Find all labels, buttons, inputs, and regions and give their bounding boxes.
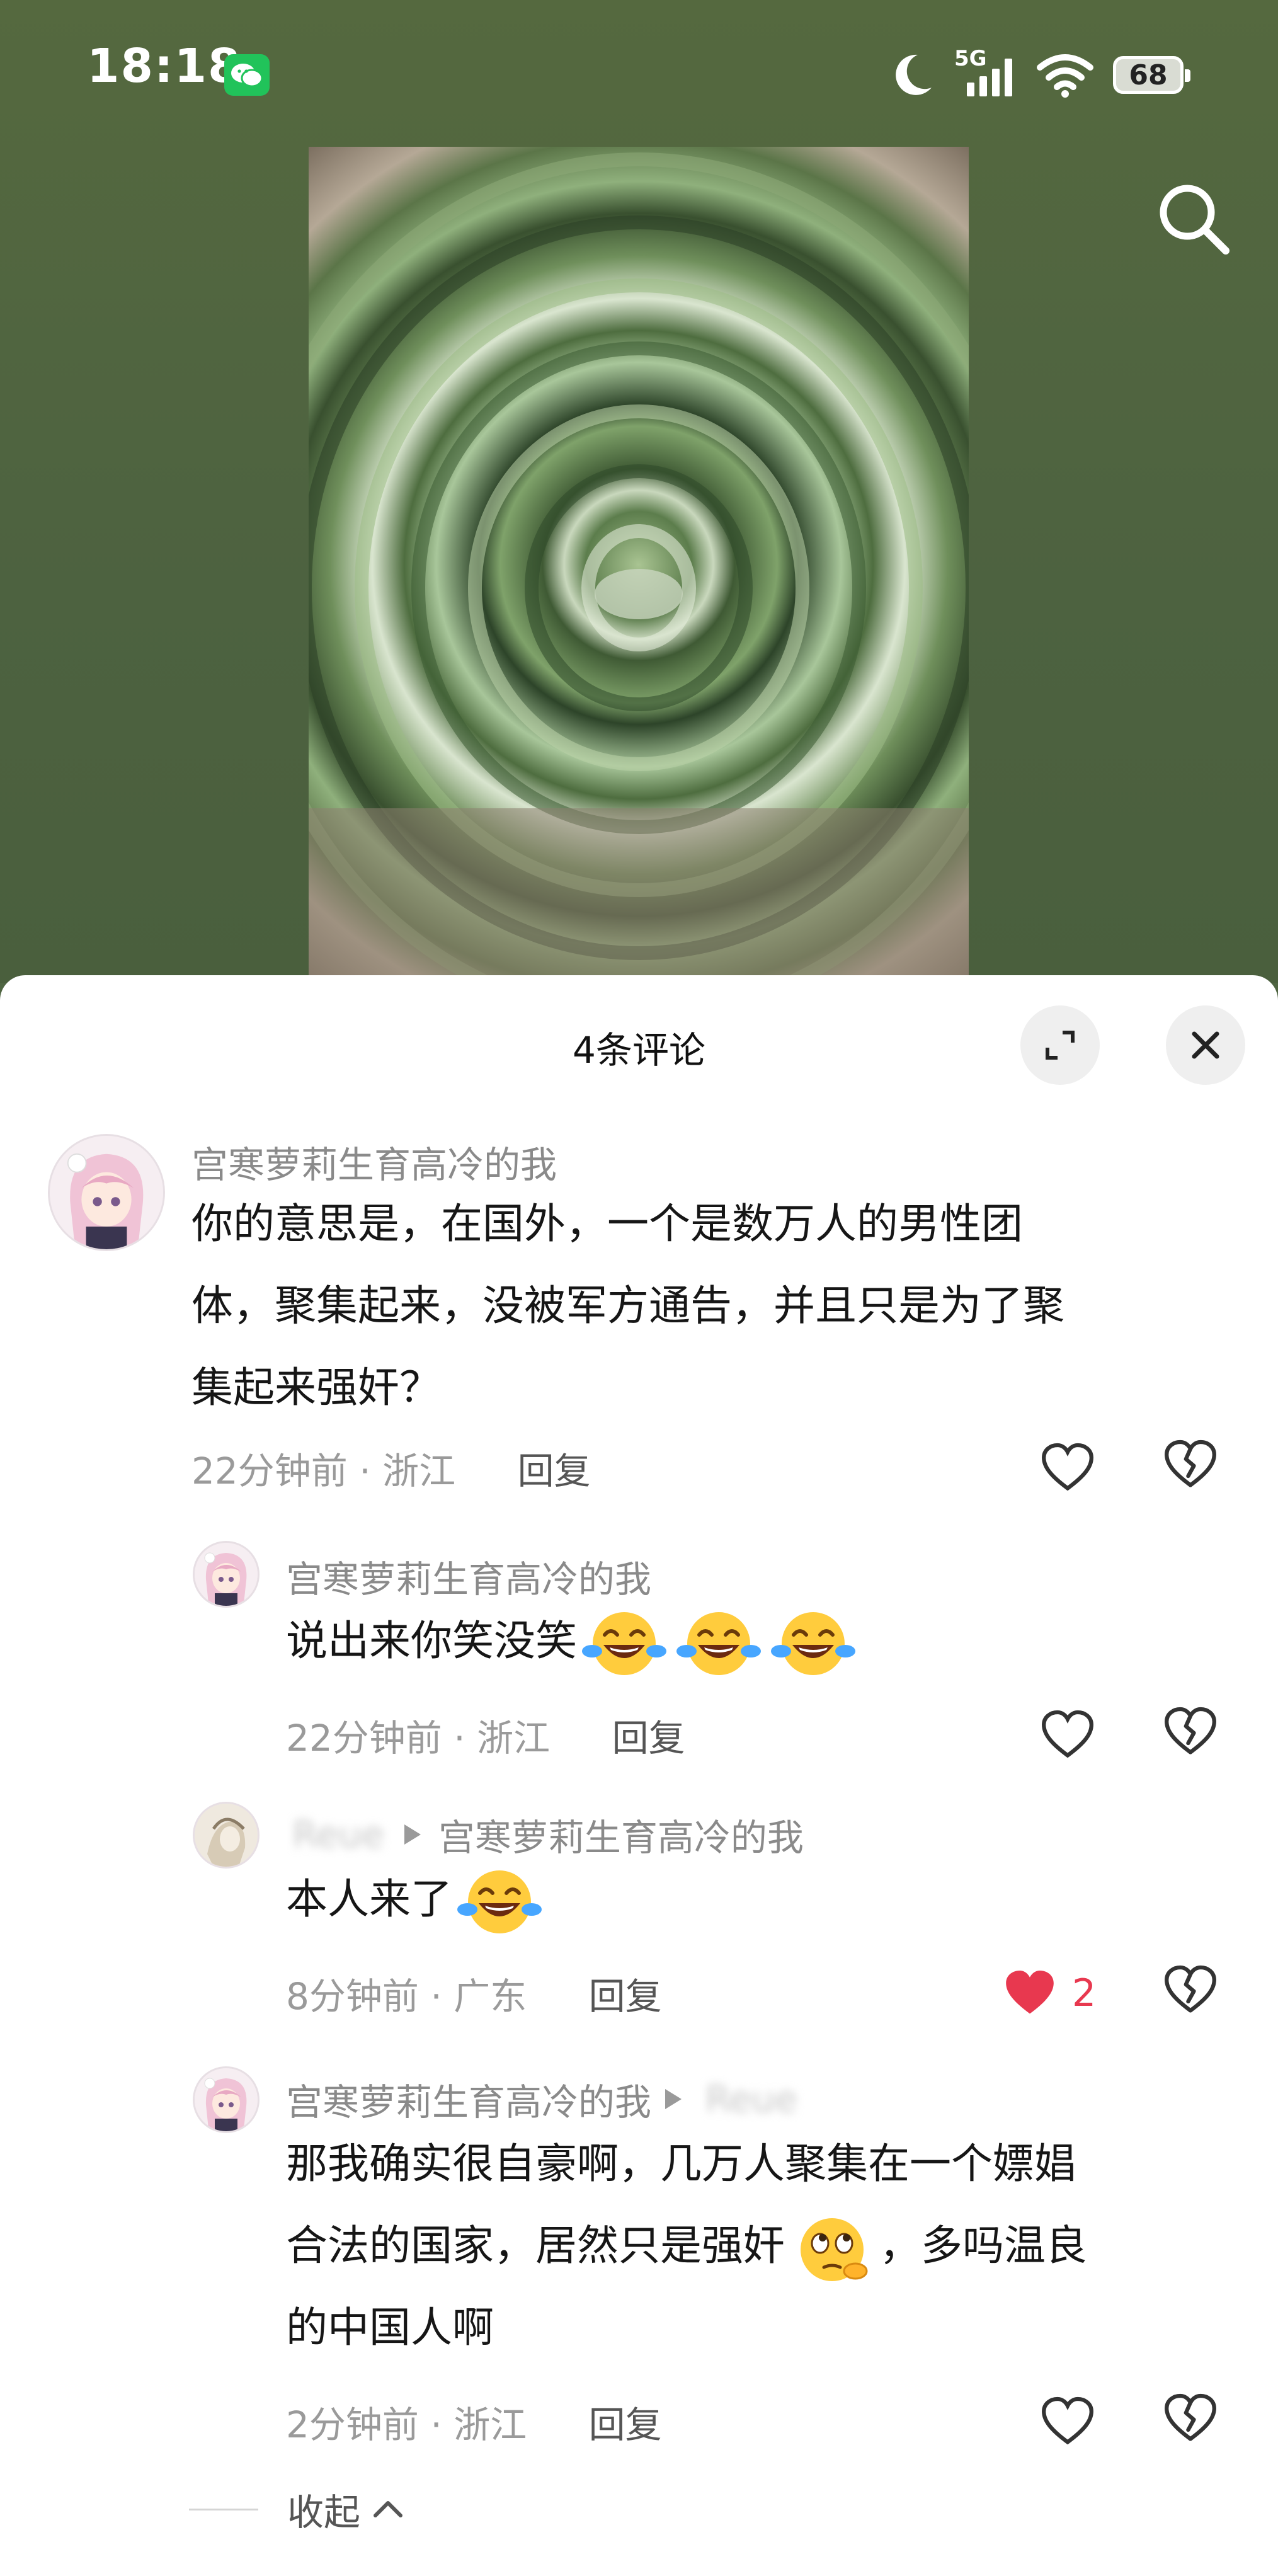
reply-button[interactable]: 回复: [518, 1450, 591, 1492]
like-button[interactable]: [1033, 1703, 1096, 1766]
signal-icon: 5G: [954, 46, 1017, 100]
close-icon: [1192, 1031, 1219, 1059]
reply-button[interactable]: 回复: [589, 1975, 662, 2018]
comment-meta: 22分钟前 · 浙江 回复: [286, 1717, 685, 1760]
heart-filled-icon: [1001, 1965, 1058, 2022]
reply-to-username[interactable]: 宫寒萝莉生育高冷的我: [438, 1808, 804, 1861]
heart-icon: [1039, 1440, 1096, 1496]
reply-item: Reue 宫寒萝莉生育高冷的我 本人来了 8分钟前 · 广东 回复 2: [0, 1802, 1278, 2054]
dislike-button[interactable]: [1162, 1962, 1225, 2025]
reply-to-username[interactable]: Reue: [705, 2078, 797, 2121]
tears-of-joy-emoji: [671, 1606, 766, 1681]
like-button[interactable]: 2: [1001, 1962, 1127, 2025]
comment-location: 广东: [454, 1975, 527, 2018]
heart-icon: [1039, 1707, 1096, 1763]
status-icons: 5G 68: [890, 46, 1190, 103]
comment-text-content: 本人来了: [286, 1875, 452, 1923]
comment-time: 22分钟前: [191, 1450, 348, 1492]
comment-time: 22分钟前: [286, 1717, 442, 1760]
comment-text-line: 你的意思是，在国外，一个是数万人的男性团: [191, 1199, 1023, 1248]
like-button[interactable]: [1033, 1436, 1096, 1499]
avatar[interactable]: [193, 1541, 260, 1608]
comment-username[interactable]: 宫寒萝莉生育高冷的我: [286, 1550, 651, 1603]
reply-item: 宫寒萝莉生育高冷的我 Reue 那我确实很自豪啊，几万人聚集在一个嫖娼 合法的国…: [0, 2066, 1278, 2470]
comment-text: 本人来了: [286, 1858, 547, 1940]
comment-text-line: 那我确实很自豪啊，几万人聚集在一个嫖娼: [286, 2139, 1076, 2188]
expand-icon: [1046, 1031, 1075, 1060]
avatar[interactable]: [193, 2066, 260, 2133]
avatar[interactable]: [193, 1802, 260, 1869]
status-time: 18:18: [87, 39, 242, 93]
reply-item: 宫寒萝莉生育高冷的我 说出来你笑没笑 22分钟前 · 浙江 回复: [0, 1537, 1278, 1789]
reply-arrow-icon: [404, 1824, 421, 1845]
broken-heart-icon: [1162, 1703, 1219, 1760]
comment-username-row: Reue 宫寒萝莉生育高冷的我: [286, 1808, 804, 1861]
rolling-eyes-emoji: [785, 2211, 879, 2286]
reply-button[interactable]: 回复: [612, 1717, 685, 1760]
tears-of-joy-emoji: [766, 1606, 860, 1681]
like-button[interactable]: [1033, 2390, 1096, 2453]
wechat-icon: [224, 54, 270, 96]
expand-button[interactable]: [1020, 1005, 1100, 1085]
moon-icon: [896, 54, 932, 95]
reply-arrow-icon: [665, 2089, 682, 2109]
comment-text-line: 体，聚集起来，没被军方通告，并且只是为了聚: [191, 1281, 1064, 1330]
divider: [189, 2508, 258, 2510]
status-bar: 18:18 5G 68: [0, 0, 1278, 145]
comment-meta: 22分钟前 · 浙江 回复: [191, 1450, 591, 1492]
comment-username[interactable]: Reue: [292, 1813, 384, 1856]
comment-username[interactable]: 宫寒萝莉生育高冷的我: [286, 2073, 651, 2126]
heart-icon: [1039, 2393, 1096, 2450]
comment-text-part: ，多吗温良: [879, 2221, 1087, 2270]
comment-username[interactable]: 宫寒萝莉生育高冷的我: [191, 1135, 557, 1188]
comment-text-line: 合法的国家，居然只是强奸 ，多吗温良: [286, 2205, 1087, 2287]
like-count: 2: [1072, 1971, 1097, 2015]
dislike-button[interactable]: [1162, 1436, 1225, 1499]
tears-of-joy-emoji: [577, 1606, 671, 1681]
comment-text: 那我确实很自豪啊，几万人聚集在一个嫖娼 合法的国家，居然只是强奸 ，多吗温良 的中…: [286, 2123, 1087, 2369]
comment-text-line: 集起来强奸？: [191, 1363, 441, 1412]
comment-meta: 8分钟前 · 广东 回复: [286, 1975, 662, 2018]
video-thumbnail[interactable]: [309, 147, 969, 983]
comment-text-part: 合法的国家，居然只是强奸: [286, 2221, 785, 2270]
comment-username-row: 宫寒萝莉生育高冷的我 Reue: [286, 2073, 804, 2126]
comment-time: 8分钟前: [286, 1975, 419, 2018]
comment-text-content: 说出来你笑没笑: [286, 1617, 577, 1665]
comment-text: 说出来你笑没笑: [286, 1600, 860, 1682]
close-button[interactable]: [1166, 1005, 1245, 1085]
comment-text-line: 的中国人啊: [286, 2303, 494, 2352]
comment-location: 浙江: [477, 1717, 551, 1760]
broken-heart-icon: [1162, 1436, 1219, 1493]
tears-of-joy-emoji: [452, 1864, 547, 1940]
chevron-up-icon: [374, 2501, 403, 2517]
wifi-icon: [1037, 54, 1093, 98]
video-area: 18:18 5G 68: [0, 0, 1278, 983]
avatar[interactable]: [48, 1134, 165, 1251]
broken-heart-icon: [1162, 2390, 1219, 2447]
battery-level: 68: [1129, 59, 1168, 91]
comment-time: 2分钟前: [286, 2403, 419, 2446]
search-icon[interactable]: [1153, 178, 1235, 260]
comment-location: 浙江: [454, 2403, 527, 2446]
collapse-replies-button[interactable]: 收起: [189, 2481, 407, 2538]
comment-location: 浙江: [382, 1450, 456, 1492]
dislike-button[interactable]: [1162, 1703, 1225, 1766]
comment-item: 宫寒萝莉生育高冷的我 你的意思是，在国外，一个是数万人的男性团 体，聚集起来，没…: [0, 1121, 1278, 1499]
battery-icon: 68: [1113, 56, 1190, 94]
comment-meta: 2分钟前 · 浙江 回复: [286, 2403, 662, 2446]
dislike-button[interactable]: [1162, 2390, 1225, 2453]
reply-button[interactable]: 回复: [589, 2403, 662, 2446]
collapse-label: 收起: [287, 2491, 361, 2534]
broken-heart-icon: [1162, 1962, 1219, 2018]
comment-text: 你的意思是，在国外，一个是数万人的男性团 体，聚集起来，没被军方通告，并且只是为…: [191, 1183, 1064, 1429]
